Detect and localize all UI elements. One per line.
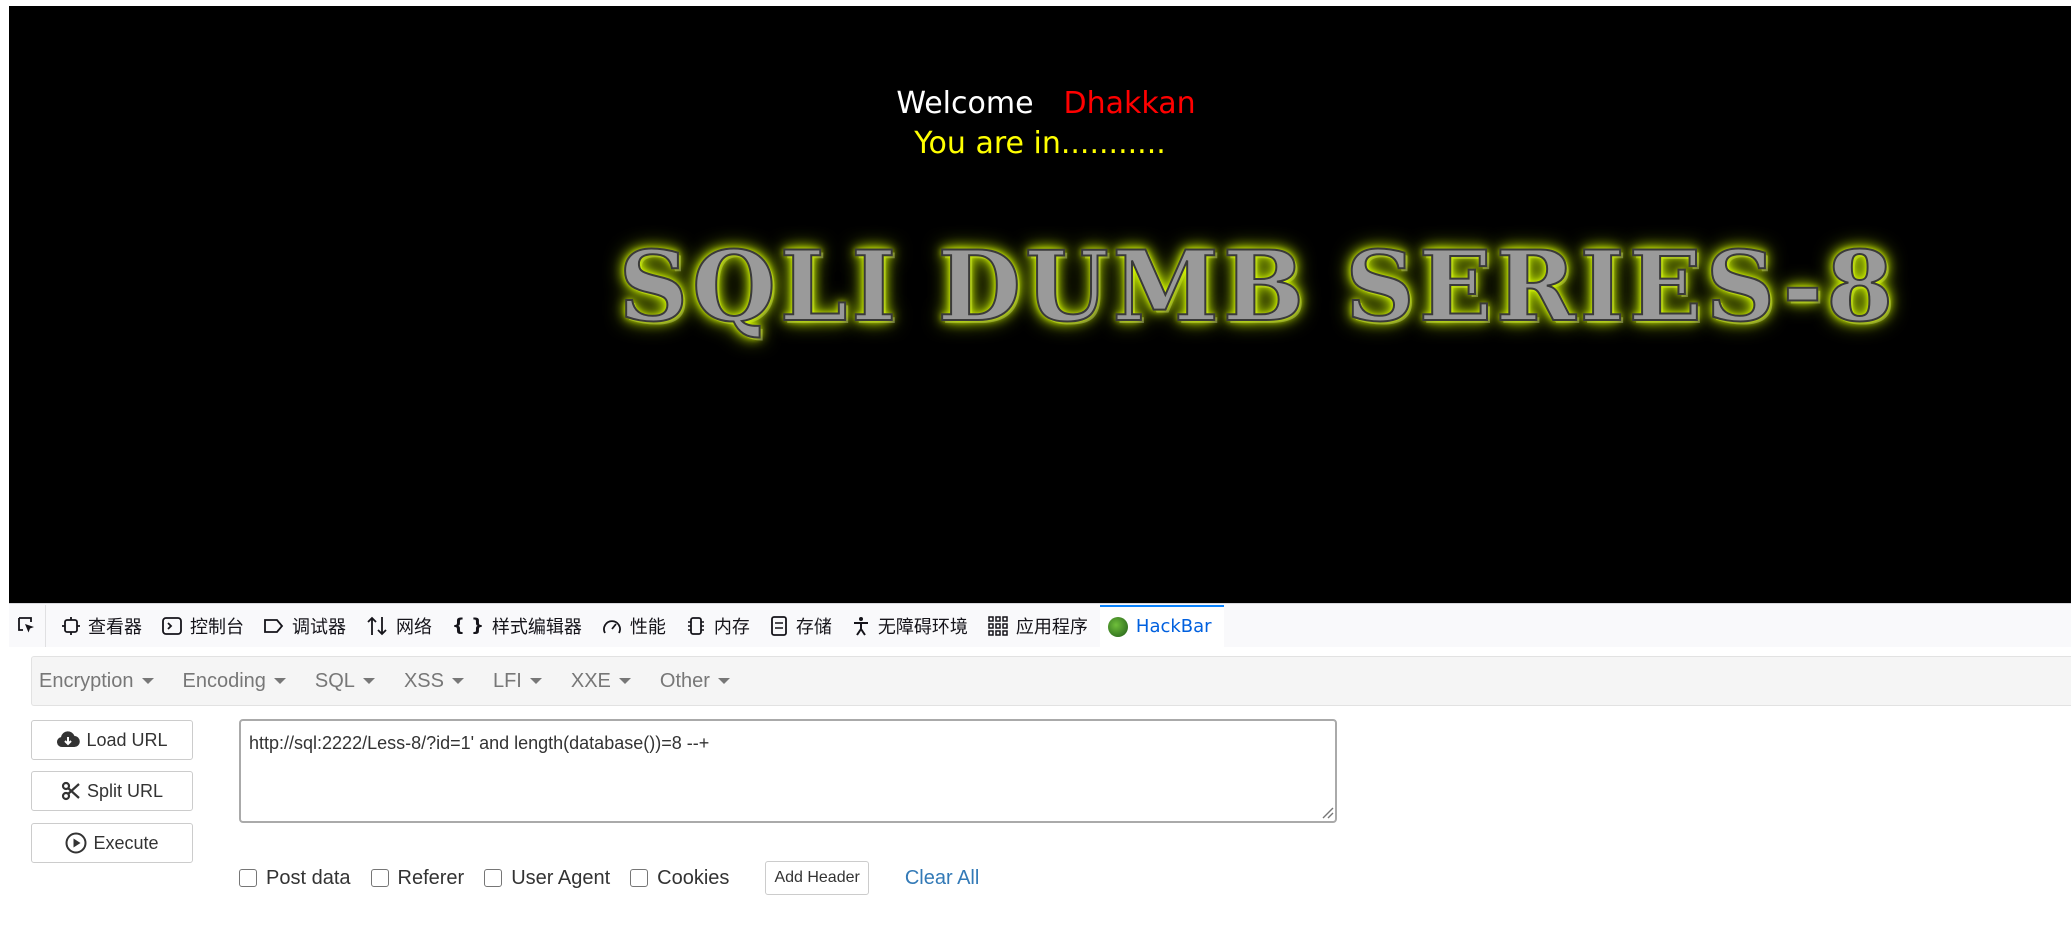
tab-debugger[interactable]: 调试器	[256, 605, 358, 647]
menu-label: SQL	[314, 669, 355, 692]
tab-inspector[interactable]: 查看器	[54, 605, 154, 647]
scissors-icon	[61, 781, 80, 801]
tab-console[interactable]: 控制台	[154, 605, 256, 647]
execute-button[interactable]: Execute	[31, 823, 193, 863]
tab-label: 无障碍环境	[877, 616, 968, 638]
application-icon	[988, 615, 1008, 636]
caret-down-icon	[717, 678, 730, 684]
tab-label: 存储	[795, 616, 832, 638]
accessibility-icon	[853, 616, 868, 636]
memory-icon	[687, 616, 704, 635]
add-header-button[interactable]: Add Header	[765, 861, 869, 895]
load-url-button[interactable]: Load URL	[31, 720, 193, 760]
clear-all-link[interactable]: Clear All	[905, 867, 979, 890]
caret-down-icon	[618, 678, 631, 684]
style-editor-icon: { }	[452, 615, 484, 636]
tab-storage[interactable]: 存储	[762, 605, 844, 647]
tab-performance[interactable]: 性能	[594, 605, 678, 647]
menu-encryption[interactable]: Encryption	[32, 670, 162, 693]
debugger-icon	[264, 618, 284, 633]
tab-label: 网络	[396, 616, 432, 638]
post-data-checkbox[interactable]: Post data	[239, 867, 351, 890]
checkbox-box[interactable]	[484, 869, 503, 887]
split-url-button[interactable]: Split URL	[31, 771, 193, 811]
page-viewport: Welcome Dhakkan You are in........... SQL…	[9, 6, 2071, 603]
request-options: Post data Referer User Agent Cookies Add…	[239, 861, 979, 895]
checkbox-label: Cookies	[657, 866, 730, 889]
menu-sql[interactable]: SQL	[307, 670, 383, 693]
inspector-icon	[62, 616, 80, 635]
hackbar-menu: Encryption Encoding SQL XSS LFI XXE Othe…	[31, 656, 2071, 706]
tab-label: 应用程序	[1015, 616, 1088, 638]
menu-label: Encoding	[182, 669, 266, 692]
menu-other[interactable]: Other	[652, 670, 738, 693]
welcome-line: Welcome Dhakkan	[9, 84, 2071, 124]
tab-hackbar[interactable]: HackBar	[1099, 604, 1224, 647]
cookies-checkbox[interactable]: Cookies	[630, 867, 729, 890]
checkbox-label: Post data	[266, 866, 351, 889]
tab-application[interactable]: 应用程序	[980, 605, 1100, 647]
tab-memory[interactable]: 内存	[678, 605, 762, 647]
checkbox-box[interactable]	[239, 869, 257, 887]
tab-label: 控制台	[190, 616, 244, 638]
element-picker-icon	[18, 616, 34, 632]
caret-down-icon	[451, 678, 464, 684]
tab-label: 样式编辑器	[491, 616, 582, 638]
hackbar-logo-icon	[1107, 616, 1128, 637]
resize-handle-icon[interactable]	[1320, 805, 1334, 819]
checkbox-box[interactable]	[630, 869, 649, 887]
checkbox-box[interactable]	[370, 869, 389, 887]
checkbox-label: Referer	[397, 866, 465, 889]
tab-label: 性能	[629, 616, 666, 638]
menu-xss[interactable]: XSS	[396, 670, 472, 693]
series-banner-title: SQLI DUMB SERIES-8	[618, 229, 1898, 344]
console-icon	[162, 616, 182, 635]
tab-label: 调试器	[292, 616, 346, 638]
caret-down-icon	[529, 678, 542, 684]
menu-label: XXE	[570, 669, 611, 692]
tab-label: 查看器	[88, 616, 142, 638]
menu-label: LFI	[492, 669, 522, 692]
tab-style-editor[interactable]: { } 样式编辑器	[444, 605, 594, 647]
caret-down-icon	[141, 678, 154, 684]
menu-xxe[interactable]: XXE	[563, 670, 639, 693]
login-status-text: You are in...........	[914, 126, 1166, 161]
tab-accessibility[interactable]: 无障碍环境	[844, 605, 980, 647]
tab-label: HackBar	[1135, 616, 1212, 637]
user-name: Dhakkan	[1063, 86, 1196, 121]
caret-down-icon	[362, 678, 375, 684]
play-circle-icon	[65, 832, 87, 854]
welcome-label: Welcome	[896, 86, 1034, 121]
referer-checkbox[interactable]: Referer	[370, 866, 465, 890]
button-label: Load URL	[86, 729, 168, 750]
storage-icon	[771, 615, 787, 636]
tab-label: 内存	[713, 616, 750, 638]
devtools-toolbar: 查看器 控制台 调试器 网络 { } 样式编辑器 性能 内存 存储 无障碍环境 …	[9, 603, 2071, 648]
tab-network[interactable]: 网络	[358, 605, 444, 647]
performance-icon	[603, 619, 621, 633]
network-icon	[367, 616, 387, 635]
button-label: Execute	[93, 832, 159, 853]
button-label: Split URL	[86, 780, 164, 801]
menu-encoding[interactable]: Encoding	[175, 670, 294, 693]
menu-lfi[interactable]: LFI	[485, 670, 550, 693]
url-input[interactable]: http://sql:2222/Less-8/?id=1' and length…	[239, 719, 1337, 823]
hackbar-panel: Encryption Encoding SQL XSS LFI XXE Othe…	[9, 647, 2071, 936]
checkbox-label: User Agent	[511, 866, 611, 889]
cloud-download-icon	[57, 731, 81, 748]
menu-label: Encryption	[39, 669, 134, 692]
user-agent-checkbox[interactable]: User Agent	[484, 867, 610, 890]
caret-down-icon	[273, 678, 286, 684]
menu-label: Other	[659, 669, 710, 692]
menu-label: XSS	[403, 669, 444, 692]
element-picker-button[interactable]	[9, 604, 46, 647]
